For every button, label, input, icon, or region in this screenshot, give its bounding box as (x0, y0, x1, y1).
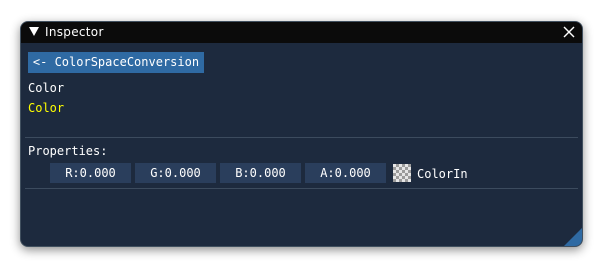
separator (25, 137, 578, 138)
properties-heading: Properties: (28, 144, 108, 158)
b-input-field[interactable]: B:0.000 (220, 163, 301, 183)
title-bar[interactable]: Inspector (21, 22, 582, 43)
color-swatch-checker-icon[interactable] (393, 164, 411, 182)
a-input-field[interactable]: A:0.000 (305, 163, 386, 183)
collapse-triangle-icon[interactable] (29, 27, 39, 36)
separator (25, 188, 578, 189)
g-input-field[interactable]: G:0.000 (135, 163, 216, 183)
inspector-content: <- ColorSpaceConversion Color Color Prop… (21, 43, 582, 246)
inspector-window: Inspector <- ColorSpaceConversion Color … (20, 21, 583, 247)
color-input-label: ColorIn (417, 167, 468, 181)
node-type-label: Color (28, 81, 65, 95)
close-button[interactable] (561, 24, 577, 40)
r-input-field[interactable]: R:0.000 (50, 163, 131, 183)
close-icon (563, 26, 575, 38)
node-name-link[interactable]: Color (28, 100, 64, 116)
window-title: Inspector (45, 25, 104, 39)
back-button[interactable]: <- ColorSpaceConversion (28, 52, 204, 73)
resize-grip-icon[interactable] (564, 228, 582, 246)
